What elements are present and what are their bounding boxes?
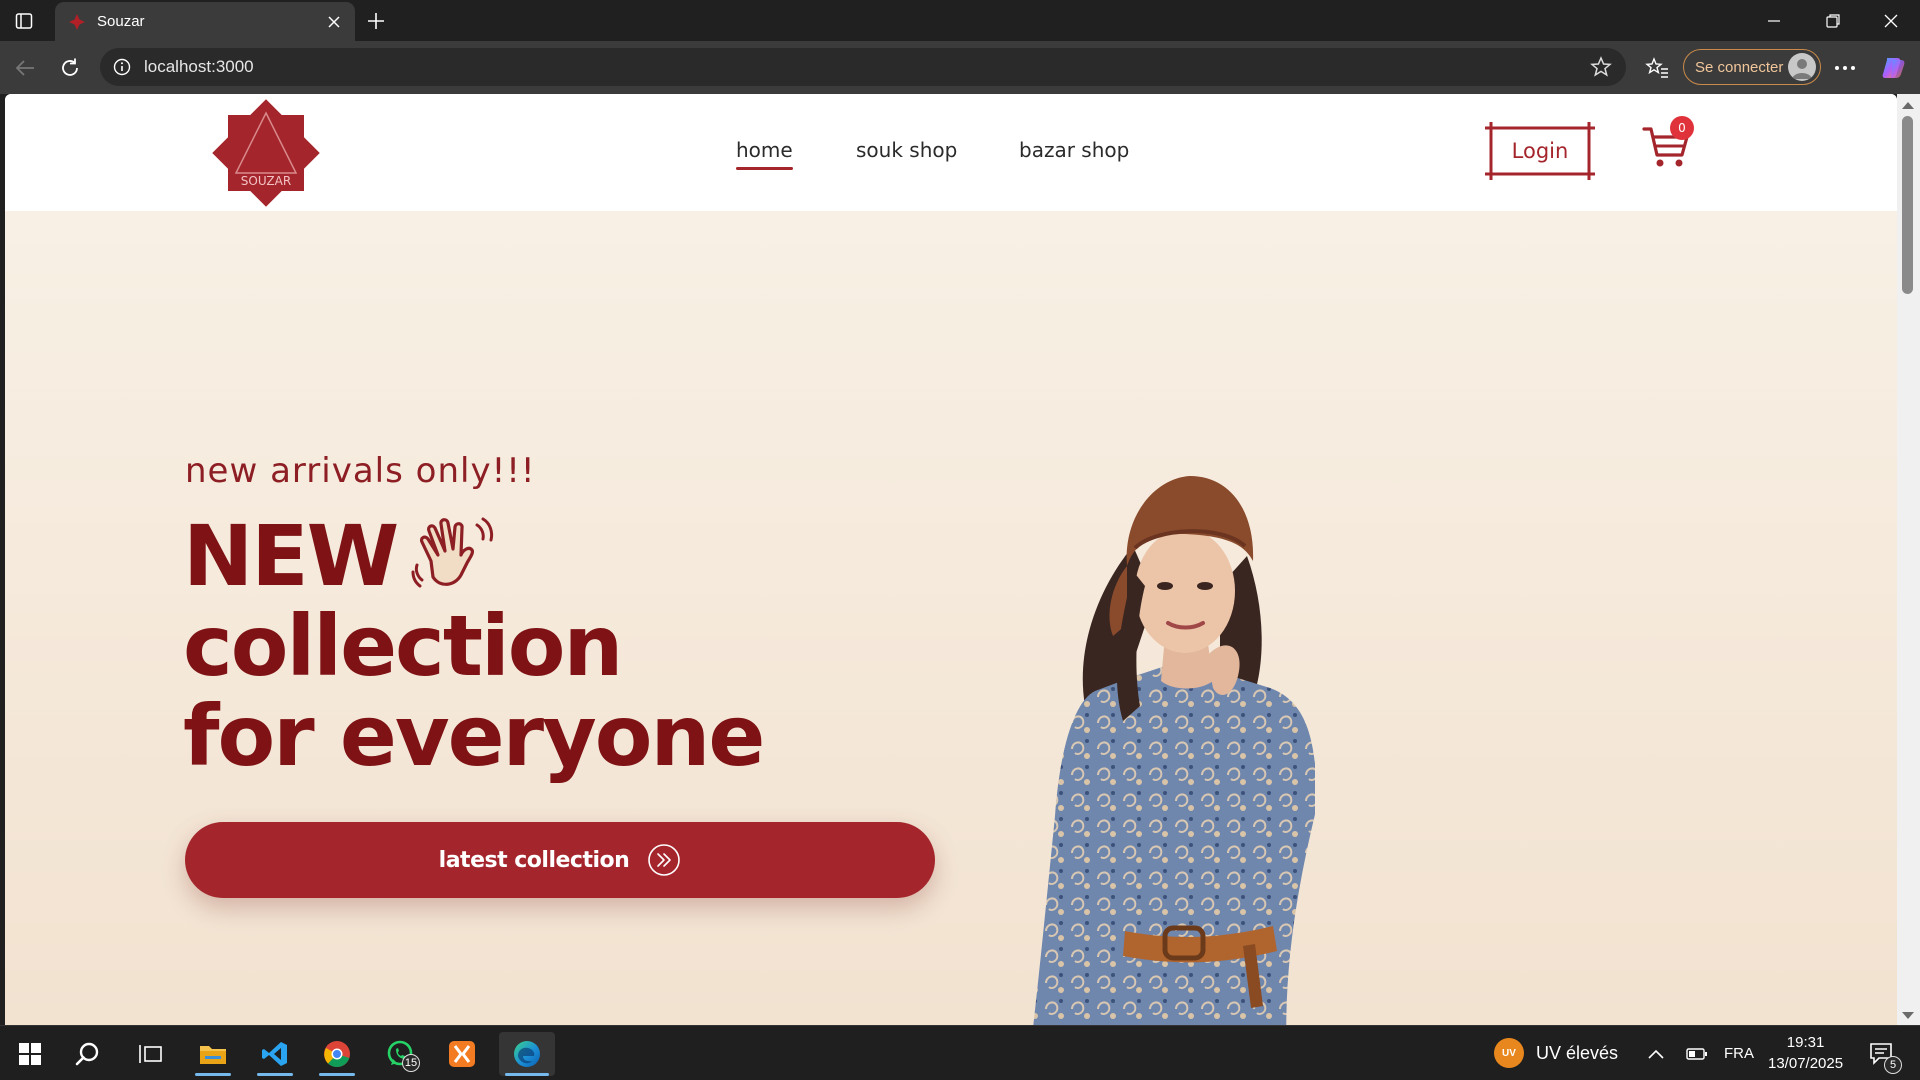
tab-title: Souzar: [97, 13, 145, 30]
language-indicator[interactable]: FRA: [1724, 1045, 1754, 1062]
souzar-favicon-icon: [69, 13, 85, 30]
nav-bazar-shop[interactable]: bazar shop: [1019, 138, 1129, 162]
task-view-icon[interactable]: [126, 1032, 174, 1076]
running-indicator: [319, 1073, 355, 1076]
weather-text: UV élevés: [1536, 1042, 1619, 1063]
tab-actions-icon[interactable]: [10, 8, 38, 34]
windows-taskbar: 15 UV UV élevés FRA 19:31 13/07/2025 5: [0, 1025, 1920, 1080]
cta-label: latest collection: [438, 847, 630, 873]
site-header: SOUZAR home souk shop bazar shop Login 0: [5, 94, 1897, 211]
reload-icon[interactable]: [53, 51, 87, 85]
hero-title: NEW collection for everyone: [183, 511, 765, 785]
address-bar[interactable]: localhost:3000: [100, 48, 1626, 86]
login-label: Login: [1511, 139, 1569, 163]
favorite-star-icon[interactable]: [1590, 56, 1612, 78]
browser-tab[interactable]: Souzar: [55, 2, 355, 41]
nav-home-label: home: [736, 138, 793, 162]
svg-text:SOUZAR: SOUZAR: [241, 174, 291, 188]
clock[interactable]: 19:31 13/07/2025: [1768, 1032, 1843, 1074]
hero-title-line-3: for everyone: [183, 687, 765, 785]
double-chevron-right-icon: [648, 844, 681, 876]
profile-avatar-icon: [1788, 53, 1816, 81]
close-window-icon[interactable]: [1868, 6, 1914, 36]
waving-hand-icon: [411, 517, 494, 588]
copilot-icon[interactable]: [1876, 51, 1910, 85]
scroll-up-icon[interactable]: [1902, 102, 1914, 109]
nav-bazar-shop-label: bazar shop: [1019, 138, 1130, 162]
whatsapp-icon[interactable]: 15: [376, 1032, 424, 1076]
page-scrollbar[interactable]: [1897, 94, 1920, 1025]
edge-icon[interactable]: [499, 1032, 555, 1076]
running-indicator: [505, 1073, 549, 1076]
scroll-down-icon[interactable]: [1902, 1012, 1914, 1019]
signin-button[interactable]: Se connecter: [1683, 49, 1821, 85]
nav-souk-shop[interactable]: souk shop: [856, 138, 957, 162]
minimize-icon[interactable]: [1751, 6, 1797, 36]
signin-label: Se connecter: [1695, 58, 1784, 76]
vscode-icon[interactable]: [251, 1032, 299, 1076]
hero-title-line-1: NEW: [183, 507, 399, 605]
chevron-up-icon[interactable]: [1632, 1032, 1680, 1076]
url-text: localhost:3000: [144, 57, 254, 76]
hero-title-line-2: collection: [183, 597, 623, 695]
nav-home[interactable]: home: [736, 138, 793, 170]
notifications-icon[interactable]: 5: [1860, 1032, 1904, 1076]
favorites-icon[interactable]: [1640, 51, 1674, 85]
nav-active-indicator: [736, 167, 793, 170]
notification-count-badge: 5: [1884, 1056, 1902, 1074]
chrome-icon[interactable]: [313, 1032, 361, 1076]
souzar-logo[interactable]: SOUZAR: [212, 99, 320, 207]
nav-souk-shop-label: souk shop: [856, 138, 958, 162]
weather-widget[interactable]: UV UV élevés: [1494, 1038, 1618, 1068]
more-options-icon[interactable]: [1828, 51, 1862, 85]
windows-start-icon[interactable]: [6, 1032, 54, 1076]
close-tab-icon[interactable]: [323, 11, 345, 33]
web-page: new arrivals only!!! NEW collection for …: [5, 94, 1897, 1025]
browser-tab-strip: Souzar: [0, 0, 1920, 41]
clock-date: 13/07/2025: [1768, 1055, 1844, 1072]
new-tab-icon[interactable]: [362, 7, 390, 35]
browser-toolbar: localhost:3000 Se connecter: [0, 41, 1920, 94]
whatsapp-badge: 15: [402, 1054, 420, 1072]
model-photo: [1033, 476, 1315, 1025]
site-info-icon[interactable]: [112, 57, 132, 77]
uv-badge: UV: [1494, 1038, 1524, 1068]
login-button[interactable]: Login: [1485, 122, 1595, 180]
back-arrow-icon[interactable]: [8, 51, 42, 85]
scroll-thumb[interactable]: [1902, 116, 1913, 294]
search-icon[interactable]: [64, 1032, 112, 1076]
hero-section: new arrivals only!!! NEW collection for …: [5, 211, 1897, 1025]
clock-time: 19:31: [1786, 1034, 1825, 1051]
file-explorer-icon[interactable]: [189, 1032, 237, 1076]
restore-icon[interactable]: [1810, 6, 1856, 36]
battery-icon[interactable]: [1675, 1032, 1719, 1076]
xampp-icon[interactable]: [438, 1032, 486, 1076]
running-indicator: [257, 1073, 293, 1076]
hero-subtitle: new arrivals only!!!: [185, 451, 536, 491]
cart-count-badge: 0: [1670, 116, 1694, 140]
running-indicator: [195, 1073, 231, 1076]
latest-collection-button[interactable]: latest collection: [185, 822, 935, 898]
